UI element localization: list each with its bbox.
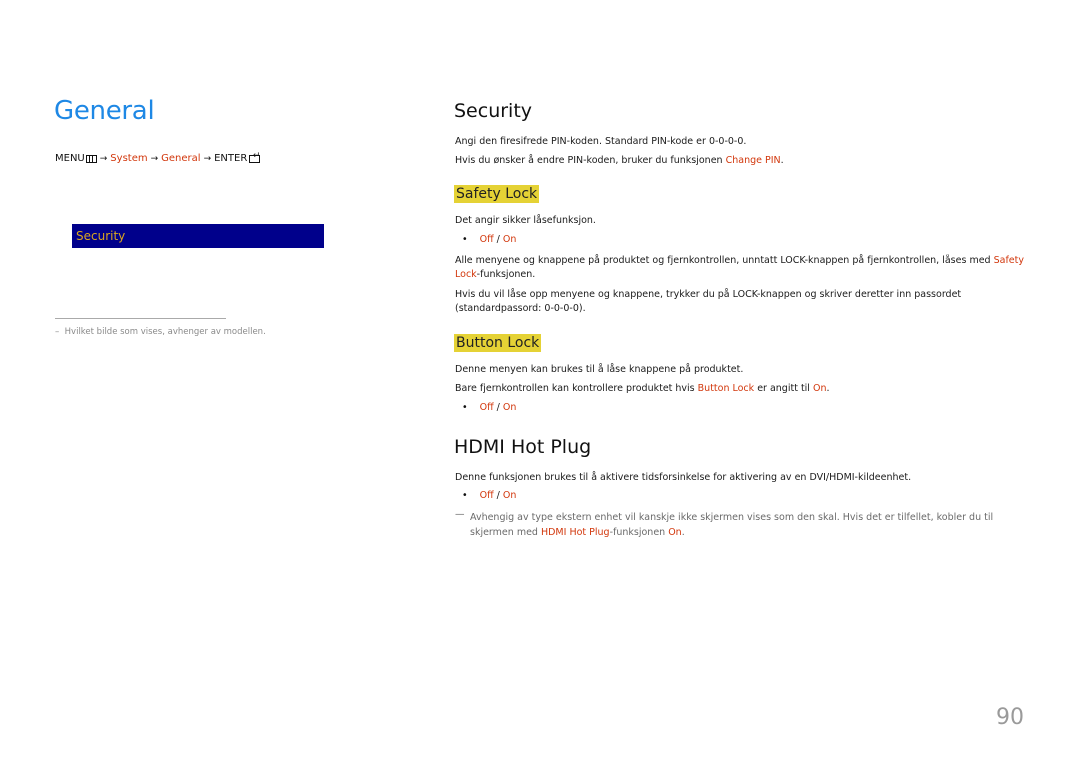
- arrow-right-icon: →: [99, 153, 108, 164]
- option-off[interactable]: Off: [480, 234, 494, 245]
- section-heading-security: Security: [454, 100, 533, 122]
- breadcrumb-general[interactable]: General: [161, 153, 200, 164]
- subheading-button-lock: Button Lock: [454, 334, 542, 352]
- footnote: – Hvilket bilde som vises, avhenger av m…: [55, 327, 266, 337]
- safety-lock-options: • Off / On: [462, 234, 517, 245]
- option-on[interactable]: On: [503, 234, 517, 245]
- subheading-safety-lock: Safety Lock: [454, 185, 540, 203]
- button-lock-text-1: Denne menyen kan brukes til å låse knapp…: [455, 364, 744, 375]
- button-lock-text-2: Bare fjernkontrollen kan kontrollere pro…: [455, 383, 830, 394]
- arrow-right-icon: →: [203, 153, 212, 164]
- bullet-icon: •: [462, 490, 468, 501]
- button-lock-options: • Off / On: [462, 402, 517, 413]
- option-off[interactable]: Off: [480, 490, 494, 501]
- breadcrumb-menu: MENU: [55, 153, 85, 164]
- security-text-2: Hvis du ønsker å endre PIN-koden, bruker…: [455, 155, 784, 166]
- menu-item-label: Security: [76, 229, 126, 243]
- hdmi-hot-plug-options: • Off / On: [462, 490, 517, 501]
- bullet-icon: •: [462, 402, 468, 413]
- hdmi-hot-plug-link[interactable]: HDMI Hot Plug: [541, 527, 610, 538]
- safety-lock-desc: Det angir sikker låsefunksjon.: [455, 215, 596, 226]
- breadcrumb: MENU → System → General → ENTER: [55, 151, 261, 164]
- menu-item-security[interactable]: Security: [72, 224, 324, 248]
- option-on[interactable]: On: [503, 490, 517, 501]
- breadcrumb-enter: ENTER: [214, 153, 248, 164]
- hdmi-hot-plug-note: — Avhengig av type ekstern enhet vil kan…: [455, 509, 994, 538]
- arrow-right-icon: →: [150, 153, 159, 164]
- safety-lock-text-1: Alle menyene og knappene på produktet og…: [455, 255, 1024, 280]
- page-number: 90: [996, 705, 1024, 730]
- note-dash-icon: —: [455, 509, 465, 520]
- menu-icon: [85, 154, 97, 163]
- change-pin-link[interactable]: Change PIN: [726, 155, 781, 166]
- section-heading-hdmi-hot-plug: HDMI Hot Plug: [454, 436, 592, 458]
- bullet-icon: •: [462, 234, 468, 245]
- option-on[interactable]: On: [503, 402, 517, 413]
- on-value: On: [668, 527, 682, 538]
- footnote-divider: [55, 318, 226, 319]
- security-text-1: Angi den firesifrede PIN-koden. Standard…: [455, 136, 747, 147]
- hdmi-hot-plug-text: Denne funksjonen brukes til å aktivere t…: [455, 472, 912, 483]
- on-value: On: [812, 383, 827, 394]
- option-off[interactable]: Off: [480, 402, 494, 413]
- breadcrumb-system[interactable]: System: [110, 153, 147, 164]
- page-title: General: [54, 96, 155, 126]
- button-lock-link[interactable]: Button Lock: [698, 383, 755, 394]
- enter-icon: [249, 151, 261, 163]
- safety-lock-text-2: Hvis du vil låse opp menyene og knappene…: [455, 289, 962, 314]
